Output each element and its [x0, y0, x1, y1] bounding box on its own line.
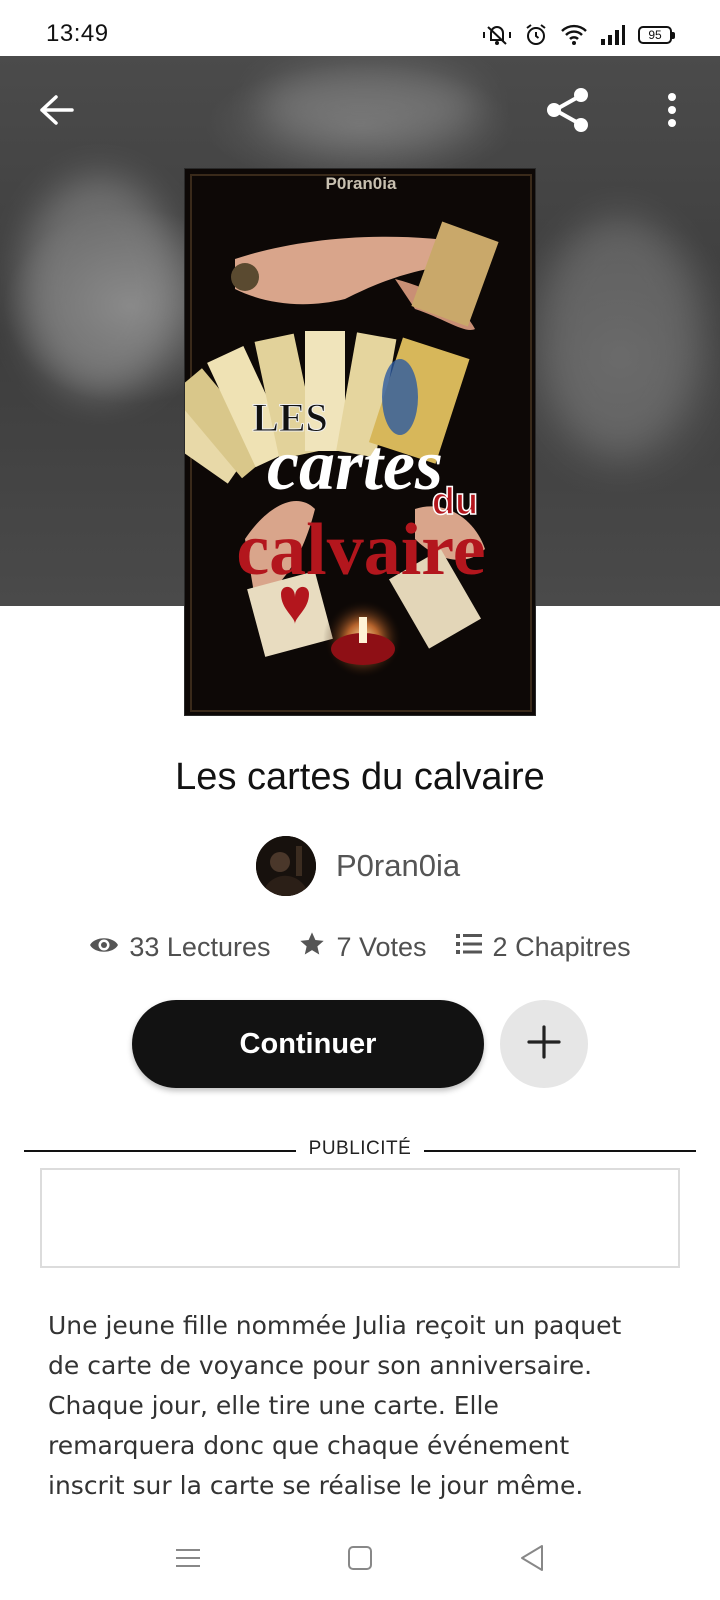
back-arrow-icon: [38, 94, 74, 131]
list-icon: [455, 932, 483, 963]
wifi-icon: [560, 23, 588, 47]
add-to-library-button[interactable]: [500, 1000, 588, 1088]
plus-icon: [527, 1024, 561, 1064]
book-title: Les cartes du calvaire: [175, 756, 545, 798]
ad-label: PUBLICITÉ: [308, 1138, 412, 1159]
status-bar: 13:49 95: [0, 0, 720, 56]
votes-count: 7 Votes: [336, 932, 427, 962]
book-description: Une jeune fille nommée Julia reçoit un p…: [48, 1311, 622, 1500]
author-avatar[interactable]: [256, 836, 316, 896]
mute-vibrate-icon: [482, 23, 512, 47]
book-cover[interactable]: P0ran0ia LES cartes du calvaire: [184, 168, 536, 716]
reads-count: 33 Lectures: [129, 932, 271, 962]
square-icon: [347, 1545, 373, 1576]
ad-container[interactable]: [40, 1168, 680, 1268]
cover-title-line-4: calvaire: [236, 509, 485, 591]
cover-title-line-2: cartes: [267, 425, 443, 505]
reads-stat: 33 Lectures: [89, 932, 270, 963]
share-button[interactable]: [538, 82, 598, 142]
ad-label-row: PUBLICITÉ: [24, 1138, 696, 1162]
author-row[interactable]: P0ran0ia: [256, 836, 460, 896]
cover-artwork: P0ran0ia LES cartes du calvaire: [185, 169, 535, 715]
more-options-button[interactable]: [642, 82, 702, 142]
triangle-back-icon: [519, 1544, 545, 1577]
votes-stat: 7 Votes: [298, 930, 427, 965]
system-back-button[interactable]: [512, 1540, 552, 1580]
book-stats: 33 Lectures 7 Votes 2 Chapitres: [0, 930, 720, 965]
share-icon: [543, 85, 593, 140]
signal-icon: [600, 24, 626, 46]
status-time: 13:49: [46, 20, 109, 47]
author-name[interactable]: P0ran0ia: [336, 848, 460, 884]
recent-apps-button[interactable]: [168, 1540, 208, 1580]
back-button[interactable]: [26, 82, 86, 142]
chapters-stat[interactable]: 2 Chapitres: [455, 932, 631, 963]
eye-icon: [89, 932, 119, 963]
menu-icon: [175, 1547, 201, 1574]
continue-reading-button[interactable]: Continuer: [132, 1000, 484, 1088]
star-icon: [298, 930, 326, 965]
chapters-count: 2 Chapitres: [492, 932, 631, 962]
system-navigation-bar: [0, 1524, 720, 1600]
ad-divider-right: [424, 1150, 696, 1152]
status-icons: 95: [482, 20, 675, 50]
more-vertical-icon: [666, 92, 678, 133]
home-button[interactable]: [340, 1540, 380, 1580]
alarm-icon: [524, 23, 548, 47]
battery-icon: 95: [638, 26, 675, 44]
cover-author: P0ran0ia: [326, 174, 397, 193]
